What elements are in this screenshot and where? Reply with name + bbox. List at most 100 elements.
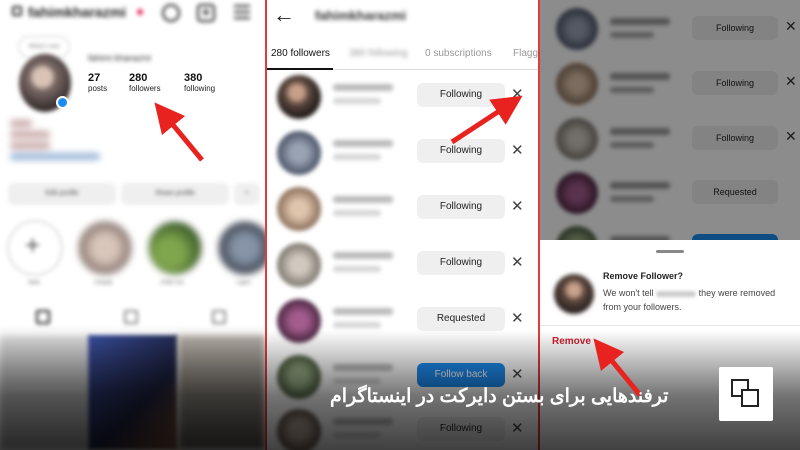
close-icon[interactable]: ✕ — [511, 253, 524, 271]
stat-followers[interactable]: 280 followers — [129, 72, 161, 93]
highlight-4[interactable] — [217, 220, 265, 276]
threads-icon[interactable] — [162, 4, 180, 22]
profile-full-name: fahimi kharazmi — [88, 53, 152, 63]
plus-icon: + — [25, 230, 41, 260]
followers-tabs: 280 followers 380 following 0 subscripti… — [267, 38, 538, 70]
follower-row[interactable]: Following ✕ — [267, 70, 538, 126]
follower-fullname — [333, 266, 381, 272]
follower-username[interactable] — [333, 84, 393, 91]
stat-followers-value: 280 — [129, 72, 148, 84]
followers-panel: ← fahimkharazmi 280 followers 380 follow… — [265, 0, 540, 450]
create-post-icon[interactable]: + — [197, 4, 215, 22]
logo-square-front — [741, 389, 759, 407]
follow-status-button[interactable]: Following — [417, 251, 505, 275]
follower-fullname — [333, 210, 381, 216]
follower-avatar — [554, 274, 594, 314]
follower-avatar[interactable] — [277, 409, 321, 450]
follower-avatar[interactable] — [277, 131, 321, 175]
grid-tab-icon[interactable] — [36, 310, 50, 324]
profile-username[interactable]: fahimkharazmi — [28, 4, 126, 20]
follower-username[interactable] — [333, 140, 393, 147]
screenshot-collage: fahimkharazmi + What's new fahimi kharaz… — [0, 0, 800, 450]
follow-status-button[interactable]: Following — [417, 139, 505, 163]
follower-username[interactable] — [333, 418, 393, 425]
follower-avatar[interactable] — [277, 299, 321, 343]
highlight-3[interactable] — [147, 220, 203, 276]
close-icon[interactable]: ✕ — [511, 85, 524, 103]
follow-status-button[interactable]: Requested — [417, 307, 505, 331]
follower-avatar[interactable] — [277, 75, 321, 119]
tab-flagged[interactable]: Flagged — [513, 48, 538, 59]
notification-dot — [137, 9, 143, 15]
follower-fullname — [333, 154, 381, 160]
follower-row[interactable]: Following ✕ — [267, 126, 538, 182]
close-icon[interactable]: ✕ — [511, 309, 524, 327]
follow-status-button[interactable]: Following — [417, 195, 505, 219]
lock-icon — [12, 6, 22, 16]
follower-row[interactable]: Following ✕ — [267, 238, 538, 294]
follow-status-button[interactable]: Following — [417, 83, 505, 107]
follower-username[interactable] — [333, 308, 393, 315]
profile-tab-bar — [0, 305, 265, 330]
follower-username[interactable] — [333, 364, 393, 371]
stat-posts-label: posts — [88, 84, 108, 93]
post-thumbnail-3[interactable] — [178, 335, 265, 450]
post-thumbnail-1[interactable] — [0, 335, 90, 450]
article-caption: ترفندهایی برای بستن دایرکت در اینستاگرام — [330, 386, 669, 407]
tab-following[interactable]: 380 following — [349, 48, 407, 59]
highlight-label-2: Tonyda — [93, 280, 113, 286]
stat-following[interactable]: 380 following — [184, 72, 215, 93]
tab-subscriptions[interactable]: 0 subscriptions — [425, 48, 492, 59]
highlight-label-1: New — [28, 280, 41, 286]
post-thumbnail-2[interactable] — [88, 335, 178, 450]
close-icon[interactable]: ✕ — [511, 141, 524, 159]
stat-posts[interactable]: 27 posts — [88, 72, 107, 93]
profile-panel: fahimkharazmi + What's new fahimi kharaz… — [0, 0, 265, 450]
close-icon[interactable]: ✕ — [511, 365, 524, 383]
tab-followers[interactable]: 280 followers — [271, 48, 330, 59]
remove-button[interactable]: Remove — [552, 336, 591, 347]
stat-following-label: following — [184, 84, 216, 93]
highlight-label-4: Lajun — [236, 280, 251, 286]
follower-fullname — [333, 378, 381, 384]
sheet-message: We won't tell they were removed from you… — [603, 286, 793, 314]
follower-username[interactable] — [333, 196, 393, 203]
follower-row[interactable]: Following ✕ — [267, 404, 538, 450]
back-arrow-icon[interactable]: ← — [273, 2, 295, 28]
follower-username[interactable] — [333, 252, 393, 259]
follower-avatar[interactable] — [277, 243, 321, 287]
profile-topbar: fahimkharazmi + — [0, 0, 265, 26]
highlight-new[interactable]: + — [7, 220, 63, 276]
follower-fullname — [333, 322, 381, 328]
hamburger-menu-icon[interactable] — [234, 5, 250, 23]
add-story-badge-icon[interactable] — [56, 96, 69, 109]
follower-row[interactable]: Requested ✕ — [267, 294, 538, 350]
follower-fullname — [333, 432, 381, 438]
modal-backdrop[interactable] — [540, 0, 800, 240]
sheet-divider — [540, 325, 800, 326]
share-profile-button[interactable]: Share profile — [121, 183, 229, 205]
tagged-tab-icon[interactable] — [212, 310, 226, 324]
stat-posts-value: 27 — [88, 72, 101, 84]
reels-tab-icon[interactable] — [124, 310, 138, 324]
sheet-title: Remove Follower? — [603, 271, 684, 281]
close-icon[interactable]: ✕ — [511, 197, 524, 215]
sheet-message-start: We won't tell — [603, 288, 654, 298]
stat-followers-label: followers — [129, 84, 161, 93]
follow-back-button[interactable]: Follow back — [417, 363, 505, 387]
follow-status-button[interactable]: Following — [417, 417, 505, 441]
discover-people-button[interactable]: + — [234, 183, 260, 205]
follower-avatar[interactable] — [277, 355, 321, 399]
site-logo[interactable] — [719, 367, 773, 421]
follower-avatar[interactable] — [277, 187, 321, 231]
profile-bio — [10, 120, 110, 164]
followers-title: fahimkharazmi — [315, 8, 407, 23]
sheet-drag-handle[interactable] — [656, 250, 684, 253]
close-icon[interactable]: ✕ — [511, 419, 524, 437]
highlight-label-3: 2088 sss — [160, 280, 185, 286]
blurred-username — [656, 290, 697, 297]
follower-fullname — [333, 98, 381, 104]
highlight-2[interactable] — [77, 220, 133, 276]
edit-profile-button[interactable]: Edit profile — [8, 183, 116, 205]
follower-row[interactable]: Following ✕ — [267, 182, 538, 238]
